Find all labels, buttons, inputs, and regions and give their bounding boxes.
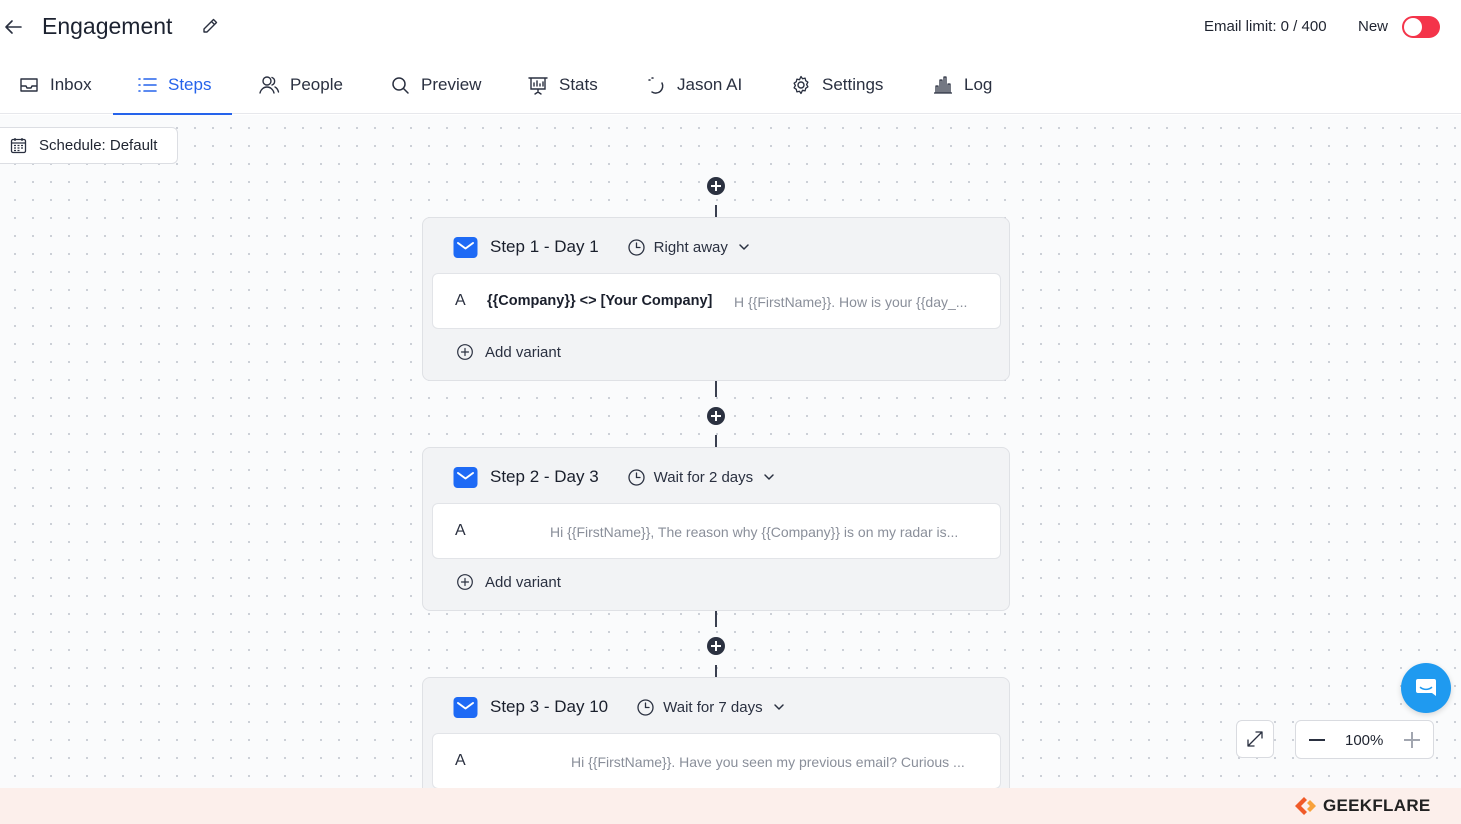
variant-letter: A — [455, 292, 466, 309]
toggle-knob — [1404, 18, 1422, 36]
plus-circle-icon — [457, 344, 473, 360]
variant-row[interactable]: A Hi {{FirstName}}, The reason why {{Com… — [432, 503, 1001, 559]
new-toggle[interactable] — [1402, 16, 1440, 38]
tab-preview[interactable]: Preview — [389, 56, 481, 114]
step-title: Step 3 - Day 10 — [490, 697, 609, 716]
variant-subject: {{Company}} <> [Your Company] — [487, 293, 713, 309]
people-icon — [259, 76, 280, 94]
bar-chart-icon — [934, 76, 952, 94]
footer-bar — [0, 788, 1461, 824]
clock-icon — [637, 698, 654, 716]
presentation-chart-icon — [528, 77, 548, 95]
gear-icon — [793, 75, 809, 95]
wait-label: Wait for 7 days — [663, 698, 763, 716]
add-variant-label: Add variant — [485, 573, 561, 591]
add-step-button[interactable] — [707, 637, 725, 655]
tab-steps[interactable]: Steps — [112, 56, 234, 115]
step-header: Step 1 - Day 1 Right away — [453, 234, 750, 260]
wait-label: Wait for 2 days — [653, 468, 754, 486]
variant-preview: Hi {{FirstName}}. Have you seen my previ… — [571, 754, 965, 770]
tab-jason-ai[interactable]: Jason AI — [645, 56, 742, 114]
zoom-level: 100% — [1345, 732, 1384, 749]
tab-label: People — [290, 75, 343, 94]
tab-label: Settings — [822, 75, 884, 94]
connector-line — [715, 381, 717, 397]
back-arrow-icon[interactable] — [2, 16, 24, 38]
new-label: New — [1358, 18, 1389, 35]
brand-text: GEEKFLARE — [1323, 796, 1431, 815]
add-variant-button[interactable]: Add variant — [456, 573, 561, 591]
schedule-label: Schedule: Default — [39, 137, 158, 154]
mail-icon — [453, 696, 478, 718]
zoom-in-button[interactable] — [1401, 730, 1423, 750]
zoom-control: 100% — [1295, 720, 1434, 759]
tab-label: Stats — [559, 75, 598, 94]
tab-settings[interactable]: Settings — [790, 56, 883, 114]
step-title: Step 1 - Day 1 — [490, 237, 599, 256]
variant-letter: A — [455, 522, 466, 539]
connector-line — [715, 205, 717, 217]
tab-people[interactable]: People — [258, 56, 343, 114]
wait-label: Right away — [653, 238, 728, 256]
add-variant-button[interactable]: Add variant — [456, 343, 561, 361]
wait-dropdown[interactable]: Wait for 7 days — [636, 698, 784, 717]
add-step-button[interactable] — [707, 407, 725, 425]
spinner-icon — [648, 77, 664, 94]
tab-label: Preview — [421, 75, 482, 94]
step-card: Step 2 - Day 3 Wait for 2 days A Hi {{Fi… — [422, 447, 1010, 611]
tab-label: Jason AI — [677, 75, 743, 94]
tab-inbox[interactable]: Inbox — [18, 56, 92, 114]
connector-line — [715, 611, 717, 627]
tab-log[interactable]: Log — [932, 56, 992, 114]
step-header: Step 3 - Day 10 Wait for 7 days — [453, 694, 785, 720]
chevron-down-icon — [764, 474, 774, 480]
chevron-down-icon — [739, 244, 749, 250]
list-icon — [138, 78, 157, 92]
chat-launcher-button[interactable] — [1401, 663, 1451, 713]
calendar-icon — [10, 138, 27, 154]
geekflare-logo-icon — [1295, 797, 1316, 815]
chevron-down-icon — [773, 704, 784, 710]
step-title: Step 2 - Day 3 — [490, 467, 599, 486]
clock-icon — [628, 238, 645, 256]
fit-view-button[interactable] — [1236, 720, 1274, 758]
tab-label: Inbox — [50, 75, 92, 94]
add-step-button[interactable] — [707, 177, 725, 195]
search-icon — [392, 77, 409, 94]
variant-row[interactable]: A Hi {{FirstName}}. Have you seen my pre… — [432, 733, 1001, 789]
email-limit-text: Email limit: 0 / 400 — [1204, 18, 1327, 35]
campaign-title: Engagement — [42, 13, 173, 39]
pencil-icon[interactable] — [200, 16, 220, 36]
top-header: Engagement Email limit: 0 / 400 New — [0, 0, 1461, 56]
variant-letter: A — [455, 752, 466, 769]
tab-stats[interactable]: Stats — [527, 56, 598, 114]
add-variant-label: Add variant — [485, 343, 561, 361]
variant-preview: Hi {{FirstName}}, The reason why {{Compa… — [550, 524, 959, 540]
wait-dropdown[interactable]: Right away — [627, 238, 750, 257]
step-card: Step 1 - Day 1 Right away A {{Company}} … — [422, 217, 1010, 381]
schedule-button[interactable]: Schedule: Default — [0, 127, 178, 164]
clock-icon — [628, 468, 645, 486]
tab-label: Log — [964, 75, 993, 94]
mail-icon — [453, 466, 478, 488]
step-header: Step 2 - Day 3 Wait for 2 days — [453, 464, 775, 490]
plus-circle-icon — [457, 574, 473, 590]
inbox-icon — [20, 78, 38, 92]
tab-bar: Inbox Steps People Preview Stats Jason A… — [0, 56, 1461, 115]
wait-dropdown[interactable]: Wait for 2 days — [627, 468, 775, 487]
mail-icon — [453, 236, 478, 258]
brand-watermark: GEEKFLARE — [1293, 794, 1431, 818]
variant-row[interactable]: A {{Company}} <> [Your Company] H {{Firs… — [432, 273, 1001, 329]
chat-icon — [1416, 679, 1436, 696]
zoom-out-button[interactable] — [1306, 730, 1328, 750]
connector-line — [715, 435, 717, 447]
tab-label: Steps — [168, 75, 212, 94]
variant-preview: H {{FirstName}}. How is your {{day_... — [734, 294, 968, 310]
connector-line — [715, 665, 717, 677]
expand-icon — [1247, 731, 1263, 747]
